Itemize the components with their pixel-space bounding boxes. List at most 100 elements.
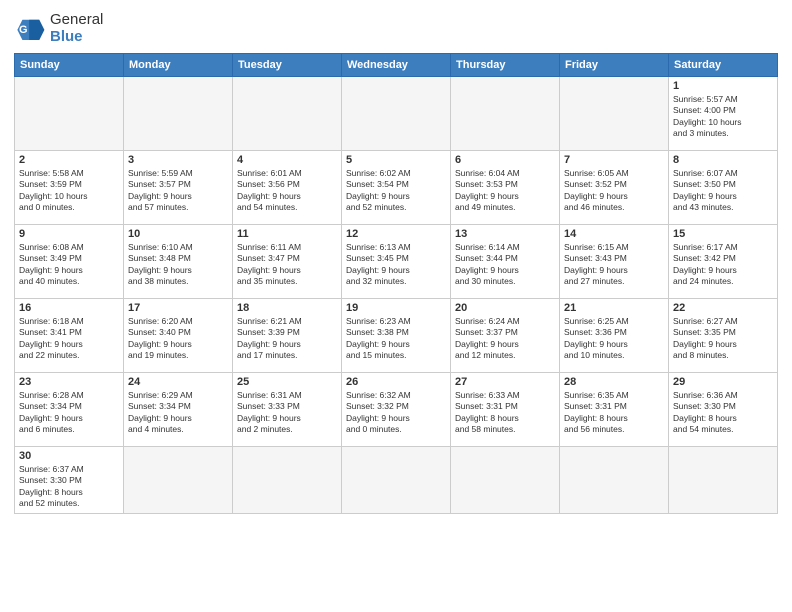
day-number: 25 [237, 376, 337, 388]
calendar-cell: 26 Sunrise: 6:32 AM Sunset: 3:32 PM Dayli… [342, 373, 451, 447]
calendar-cell [233, 77, 342, 151]
calendar-cell: 30Sunrise: 6:37 AM Sunset: 3:30 PM Dayli… [15, 447, 124, 514]
weekday-header-thursday: Thursday [451, 54, 560, 77]
day-info: Sunrise: 5:57 AM Sunset: 4:00 PM Dayligh… [673, 94, 773, 140]
day-number: 6 [455, 154, 555, 166]
day-info: Sunrise: 6:29 AM Sunset: 3:34 PM Dayligh… [128, 390, 228, 436]
day-info: Sunrise: 6:07 AM Sunset: 3:50 PM Dayligh… [673, 168, 773, 214]
calendar-cell: 8 Sunrise: 6:07 AM Sunset: 3:50 PM Daylig… [669, 151, 778, 225]
weekday-header-monday: Monday [124, 54, 233, 77]
day-number: 4 [237, 154, 337, 166]
day-number: 15 [673, 228, 773, 240]
day-info: Sunrise: 6:21 AM Sunset: 3:39 PM Dayligh… [237, 316, 337, 362]
calendar-cell: 12Sunrise: 6:13 AM Sunset: 3:45 PM Dayli… [342, 225, 451, 299]
calendar-cell: 10Sunrise: 6:10 AM Sunset: 3:48 PM Dayli… [124, 225, 233, 299]
calendar-cell [233, 447, 342, 514]
day-number: 27 [455, 376, 555, 388]
day-number: 7 [564, 154, 664, 166]
day-info: Sunrise: 5:59 AM Sunset: 3:57 PM Dayligh… [128, 168, 228, 214]
day-info: Sunrise: 6:31 AM Sunset: 3:33 PM Dayligh… [237, 390, 337, 436]
calendar-cell: 4 Sunrise: 6:01 AM Sunset: 3:56 PM Daylig… [233, 151, 342, 225]
day-info: Sunrise: 6:05 AM Sunset: 3:52 PM Dayligh… [564, 168, 664, 214]
calendar-cell: 21Sunrise: 6:25 AM Sunset: 3:36 PM Dayli… [560, 299, 669, 373]
logo-area: G General Blue [14, 12, 103, 45]
day-number: 2 [19, 154, 119, 166]
day-number: 14 [564, 228, 664, 240]
day-number: 22 [673, 302, 773, 314]
day-info: Sunrise: 6:18 AM Sunset: 3:41 PM Dayligh… [19, 316, 119, 362]
calendar-cell: 20Sunrise: 6:24 AM Sunset: 3:37 PM Dayli… [451, 299, 560, 373]
day-info: Sunrise: 6:11 AM Sunset: 3:47 PM Dayligh… [237, 242, 337, 288]
day-info: Sunrise: 6:33 AM Sunset: 3:31 PM Dayligh… [455, 390, 555, 436]
calendar-cell [451, 77, 560, 151]
day-number: 24 [128, 376, 228, 388]
calendar-cell [560, 447, 669, 514]
svg-text:G: G [19, 24, 28, 36]
calendar-cell: 5Sunrise: 6:02 AM Sunset: 3:54 PM Daylig… [342, 151, 451, 225]
calendar-cell: 14 Sunrise: 6:15 AM Sunset: 3:43 PM Dayli… [560, 225, 669, 299]
day-number: 8 [673, 154, 773, 166]
calendar-cell [669, 447, 778, 514]
calendar-cell: 28 Sunrise: 6:35 AM Sunset: 3:31 PM Dayli… [560, 373, 669, 447]
day-info: Sunrise: 5:58 AM Sunset: 3:59 PM Dayligh… [19, 168, 119, 214]
weekday-header-row: SundayMondayTuesdayWednesdayThursdayFrid… [15, 54, 778, 77]
day-info: Sunrise: 6:35 AM Sunset: 3:31 PM Dayligh… [564, 390, 664, 436]
calendar-table: SundayMondayTuesdayWednesdayThursdayFrid… [14, 53, 778, 514]
day-info: Sunrise: 6:02 AM Sunset: 3:54 PM Dayligh… [346, 168, 446, 214]
generalblue-logo-icon: G [14, 13, 46, 45]
day-number: 26 [346, 376, 446, 388]
day-info: Sunrise: 6:14 AM Sunset: 3:44 PM Dayligh… [455, 242, 555, 288]
day-info: Sunrise: 6:15 AM Sunset: 3:43 PM Dayligh… [564, 242, 664, 288]
day-number: 19 [346, 302, 446, 314]
logo-text: General Blue [50, 12, 103, 45]
day-info: Sunrise: 6:32 AM Sunset: 3:32 PM Dayligh… [346, 390, 446, 436]
weekday-header-sunday: Sunday [15, 54, 124, 77]
calendar-cell: 3 Sunrise: 5:59 AM Sunset: 3:57 PM Daylig… [124, 151, 233, 225]
calendar-cell [124, 77, 233, 151]
day-number: 23 [19, 376, 119, 388]
day-number: 9 [19, 228, 119, 240]
week-row-1: 1Sunrise: 5:57 AM Sunset: 4:00 PM Daylig… [15, 77, 778, 151]
day-info: Sunrise: 6:23 AM Sunset: 3:38 PM Dayligh… [346, 316, 446, 362]
week-row-4: 16 Sunrise: 6:18 AM Sunset: 3:41 PM Dayli… [15, 299, 778, 373]
calendar-page: G General Blue SundayMondayTuesdayWednes… [0, 0, 792, 612]
calendar-cell: 11 Sunrise: 6:11 AM Sunset: 3:47 PM Dayli… [233, 225, 342, 299]
calendar-cell: 15 Sunrise: 6:17 AM Sunset: 3:42 PM Dayli… [669, 225, 778, 299]
calendar-cell: 16 Sunrise: 6:18 AM Sunset: 3:41 PM Dayli… [15, 299, 124, 373]
day-info: Sunrise: 6:36 AM Sunset: 3:30 PM Dayligh… [673, 390, 773, 436]
day-number: 28 [564, 376, 664, 388]
day-number: 29 [673, 376, 773, 388]
calendar-cell: 7 Sunrise: 6:05 AM Sunset: 3:52 PM Daylig… [560, 151, 669, 225]
calendar-cell [342, 77, 451, 151]
calendar-cell [451, 447, 560, 514]
calendar-cell [15, 77, 124, 151]
calendar-cell: 22Sunrise: 6:27 AM Sunset: 3:35 PM Dayli… [669, 299, 778, 373]
day-info: Sunrise: 6:17 AM Sunset: 3:42 PM Dayligh… [673, 242, 773, 288]
day-number: 20 [455, 302, 555, 314]
day-number: 3 [128, 154, 228, 166]
weekday-header-wednesday: Wednesday [342, 54, 451, 77]
calendar-cell: 18 Sunrise: 6:21 AM Sunset: 3:39 PM Dayli… [233, 299, 342, 373]
day-info: Sunrise: 6:01 AM Sunset: 3:56 PM Dayligh… [237, 168, 337, 214]
day-number: 11 [237, 228, 337, 240]
calendar-cell: 19 Sunrise: 6:23 AM Sunset: 3:38 PM Dayli… [342, 299, 451, 373]
calendar-cell [560, 77, 669, 151]
calendar-cell: 6 Sunrise: 6:04 AM Sunset: 3:53 PM Daylig… [451, 151, 560, 225]
header: G General Blue [14, 12, 778, 45]
day-number: 10 [128, 228, 228, 240]
weekday-header-saturday: Saturday [669, 54, 778, 77]
day-number: 13 [455, 228, 555, 240]
calendar-cell [342, 447, 451, 514]
day-info: Sunrise: 6:37 AM Sunset: 3:30 PM Dayligh… [19, 464, 119, 510]
day-info: Sunrise: 6:04 AM Sunset: 3:53 PM Dayligh… [455, 168, 555, 214]
weekday-header-tuesday: Tuesday [233, 54, 342, 77]
day-number: 18 [237, 302, 337, 314]
day-info: Sunrise: 6:28 AM Sunset: 3:34 PM Dayligh… [19, 390, 119, 436]
day-info: Sunrise: 6:08 AM Sunset: 3:49 PM Dayligh… [19, 242, 119, 288]
calendar-cell: 17Sunrise: 6:20 AM Sunset: 3:40 PM Dayli… [124, 299, 233, 373]
day-number: 16 [19, 302, 119, 314]
calendar-cell: 25 Sunrise: 6:31 AM Sunset: 3:33 PM Dayli… [233, 373, 342, 447]
day-info: Sunrise: 6:25 AM Sunset: 3:36 PM Dayligh… [564, 316, 664, 362]
calendar-cell: 2 Sunrise: 5:58 AM Sunset: 3:59 PM Daylig… [15, 151, 124, 225]
day-info: Sunrise: 6:20 AM Sunset: 3:40 PM Dayligh… [128, 316, 228, 362]
